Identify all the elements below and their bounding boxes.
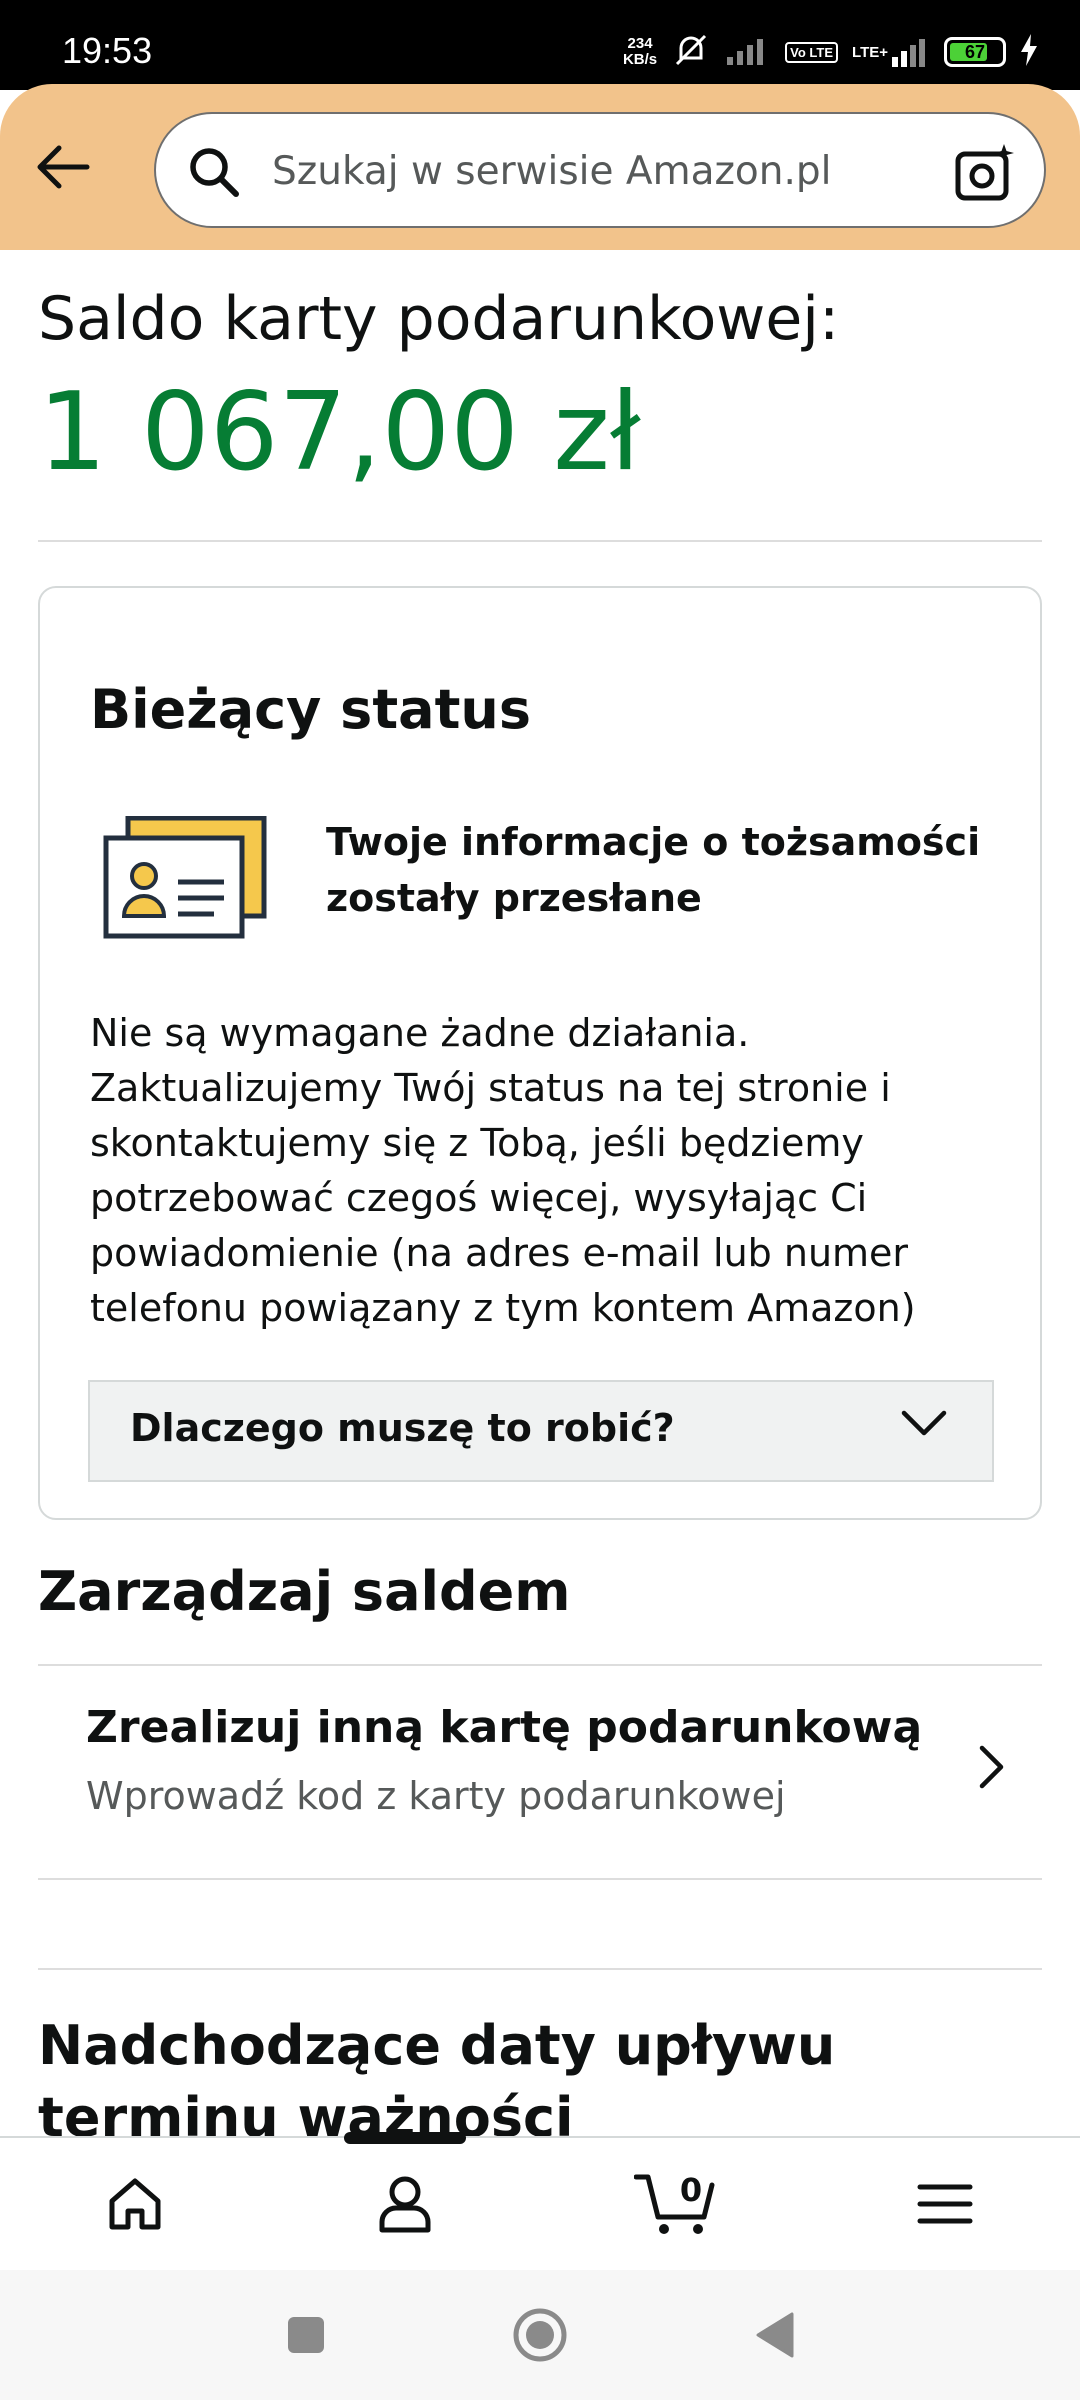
status-icons: 234 KB/s Vo LTE LTE+ 67 [623, 30, 1038, 74]
home-system-button[interactable] [500, 2300, 580, 2370]
why-accordion[interactable]: Dlaczego muszę to robić? [88, 1380, 994, 1482]
network-speed-unit: KB/s [622, 51, 658, 68]
back-button[interactable] [28, 132, 98, 202]
id-submitted-message: Twoje informacje o tożsamości zostały pr… [326, 820, 981, 920]
bottom-nav: 0 [0, 2132, 1080, 2270]
nav-home[interactable] [80, 2162, 190, 2246]
charging-icon [1020, 34, 1038, 70]
back-system-button[interactable] [734, 2300, 814, 2370]
chevron-down-icon [900, 1408, 948, 1442]
home-icon [109, 2178, 161, 2230]
expiry-dates-title: Nadchodzące daty upływu terminu ważności [38, 2014, 836, 2149]
chevron-right-icon [976, 1744, 1006, 1794]
nav-menu[interactable] [890, 2162, 1000, 2246]
network-speed: 234 KB/s [623, 36, 657, 68]
network-speed-value: 234 [627, 35, 653, 52]
menu-icon [917, 2184, 973, 2224]
id-card-icon [102, 815, 270, 948]
back-arrow-icon [37, 145, 90, 189]
circle-icon [513, 2308, 567, 2362]
nav-account[interactable] [350, 2162, 460, 2246]
divider [38, 1878, 1042, 1880]
manage-balance-title: Zarządzaj saldem [38, 1560, 571, 1623]
balance-label: Saldo karty podarunkowej: [38, 284, 840, 354]
square-icon [288, 2317, 324, 2353]
camera-search-icon[interactable] [954, 142, 1016, 208]
header [0, 84, 1080, 250]
battery-icon: 67 [944, 37, 1006, 67]
alarm-muted-icon [671, 30, 711, 74]
system-nav-bar [0, 2270, 1080, 2400]
status-bar: 19:53 234 KB/s Vo LTE LTE+ 67 [0, 0, 1080, 90]
account-icon [379, 2176, 431, 2233]
redeem-subtitle: Wprowadź kod z karty podarunkowej [86, 1774, 786, 1818]
divider [38, 1968, 1042, 1970]
status-time: 19:53 [62, 30, 153, 71]
cart-icon-wrap: 0 [633, 2169, 716, 2239]
search-input[interactable] [270, 132, 894, 210]
recents-button[interactable] [266, 2300, 346, 2370]
active-tab-indicator [344, 2132, 466, 2144]
redeem-gift-card-row[interactable]: Zrealizuj inną kartę podarunkową Wprowad… [38, 1666, 1042, 1878]
triangle-back-icon [756, 2312, 794, 2358]
search-bar[interactable] [154, 112, 1046, 228]
cart-count: 0 [679, 2171, 703, 2209]
why-accordion-label: Dlaczego muszę to robić? [130, 1406, 675, 1450]
balance-amount: 1 067,00 zł [38, 370, 641, 495]
lte-signal-icon: LTE+ [852, 35, 930, 69]
redeem-title: Zrealizuj inną kartę podarunkową [86, 1702, 923, 1753]
volte-icon: Vo LTE [785, 41, 839, 63]
divider [38, 540, 1042, 542]
status-card-title: Bieżący status [90, 678, 531, 741]
nav-cart[interactable]: 0 [620, 2162, 730, 2246]
status-description: Nie są wymagane żadne działania. Zaktual… [90, 1011, 916, 1330]
lte-label: LTE+ [852, 43, 888, 61]
battery-level: 67 [964, 42, 986, 62]
signal-icon [725, 33, 771, 71]
status-card: Bieżący status Twoje informacje o tożsam… [38, 586, 1042, 1520]
search-icon [186, 144, 242, 204]
